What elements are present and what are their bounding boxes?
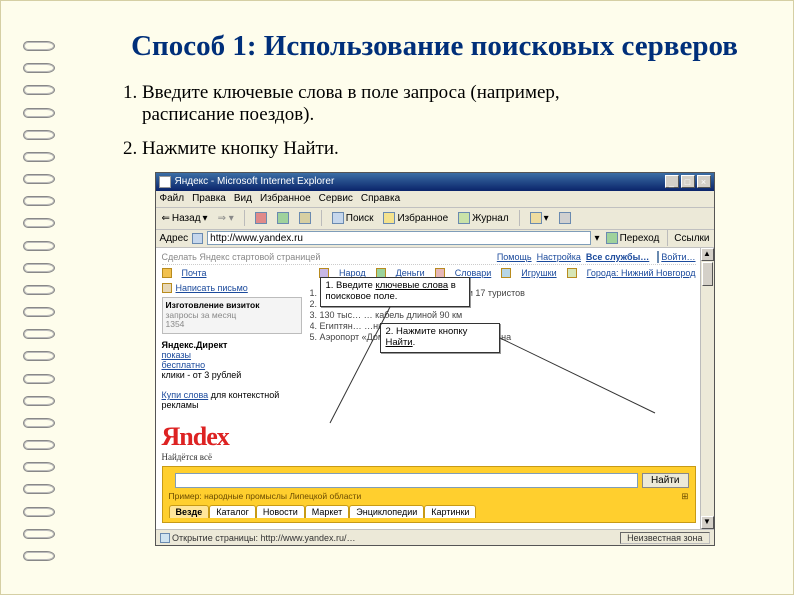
home-button[interactable] <box>297 211 313 225</box>
titlebar: Яндекс - Microsoft Internet Explorer _ □… <box>156 173 714 191</box>
search-input[interactable] <box>175 473 638 488</box>
menu-favorites[interactable]: Избранное <box>260 193 311 204</box>
logo-text: Яndex <box>162 422 302 452</box>
links-label[interactable]: Ссылки <box>674 233 709 244</box>
tab-market[interactable]: Маркет <box>305 505 349 518</box>
stop-button[interactable] <box>253 211 269 225</box>
history-button[interactable]: Журнал <box>456 211 511 225</box>
news-4: 4. Египтян… …ниться террористам <box>310 321 696 331</box>
tab-catalog[interactable]: Каталог <box>209 505 256 518</box>
favorites-button[interactable]: Избранное <box>381 211 450 225</box>
address-bar: Адрес ▾ Переход Ссылки <box>156 230 714 248</box>
all-services-link[interactable]: Все службы… <box>586 252 649 262</box>
address-label: Адрес <box>160 233 189 244</box>
search-button[interactable]: Найти <box>642 473 689 488</box>
mail-icon <box>162 268 172 278</box>
mail-button[interactable]: ▾ <box>528 211 551 225</box>
ad-block: Изготовление визиток запросы за месяц 13… <box>162 297 302 334</box>
status-text: Открытие страницы: http://www.yandex.ru/… <box>172 533 356 543</box>
forward-button[interactable]: ⇒ ▾ <box>216 212 236 225</box>
vertical-scrollbar[interactable]: ▲ ▼ <box>700 248 714 529</box>
toys-link[interactable]: Игрушки <box>521 268 556 278</box>
back-button[interactable]: ⇐ Назад ▾ <box>160 212 210 225</box>
window-title: Яндекс - Microsoft Internet Explorer <box>175 176 335 187</box>
browser-window: Яндекс - Microsoft Internet Explorer _ □… <box>155 172 715 546</box>
nav-toolbar: ⇐ Назад ▾ ⇒ ▾ Поиск Избранное Журнал ▾ <box>156 208 714 230</box>
menu-help[interactable]: Справка <box>361 193 400 204</box>
go-button[interactable]: Переход <box>604 231 662 245</box>
compose-link[interactable]: Написать письмо <box>176 283 248 293</box>
globe-icon <box>160 533 170 543</box>
compose-icon <box>162 283 172 293</box>
menu-edit[interactable]: Правка <box>192 193 226 204</box>
minimize-button[interactable]: _ <box>665 175 679 188</box>
address-input[interactable] <box>207 231 590 245</box>
scroll-up-icon[interactable]: ▲ <box>701 248 714 261</box>
tab-encyclopedia[interactable]: Энциклопедии <box>349 505 424 518</box>
scroll-down-icon[interactable]: ▼ <box>701 516 714 529</box>
menu-view[interactable]: Вид <box>234 193 252 204</box>
spiral-binding <box>23 41 59 561</box>
help-link[interactable]: Помощь <box>497 252 532 262</box>
menu-bar: Файл Правка Вид Избранное Сервис Справка <box>156 191 714 208</box>
status-bar: Открытие страницы: http://www.yandex.ru/… <box>156 529 714 545</box>
toys-icon <box>501 268 511 278</box>
direct-line-2[interactable]: бесплатно <box>162 360 206 370</box>
tab-everywhere[interactable]: Везде <box>169 505 210 518</box>
page-icon <box>192 233 203 244</box>
advanced-icon[interactable]: ⊞ <box>681 491 688 502</box>
menu-tools[interactable]: Сервис <box>319 193 353 204</box>
ad-sub2: 1354 <box>166 319 185 329</box>
print-button[interactable] <box>557 211 573 225</box>
login-link[interactable]: Войти… <box>661 252 695 262</box>
callout-1: 1. Введите ключевые слова в поисковое по… <box>320 277 470 307</box>
buy-words-link[interactable]: Купи слова <box>162 390 209 400</box>
tab-news[interactable]: Новости <box>256 505 305 518</box>
maximize-button[interactable]: □ <box>681 175 695 188</box>
ad-title: Изготовление визиток <box>166 300 260 310</box>
cities-link[interactable]: Города: Нижний Новгород <box>587 268 696 278</box>
direct-line-1[interactable]: показы <box>162 350 192 360</box>
search-tabs: Везде Каталог Новости Маркет Энциклопеди… <box>169 505 689 518</box>
security-zone: Неизвестная зона <box>620 532 709 544</box>
direct-line-3: клики - от 3 рублей <box>162 370 242 380</box>
cities-icon <box>567 268 577 278</box>
search-hint: Пример: народные промыслы Липецкой облас… <box>169 491 362 501</box>
ie-icon <box>159 176 171 188</box>
search-button[interactable]: Поиск <box>330 211 376 225</box>
yandex-logo: Яndex Найдётся всё <box>162 422 302 462</box>
login-icon <box>657 251 659 263</box>
close-button[interactable]: × <box>697 175 711 188</box>
address-dropdown-icon[interactable]: ▾ <box>595 233 600 244</box>
mail-link[interactable]: Почта <box>182 268 207 278</box>
direct-title: Яндекс.Директ <box>162 340 228 350</box>
news-3: 3. 130 тыс… … кабель длиной 90 км <box>310 310 696 320</box>
scroll-thumb[interactable] <box>702 262 713 286</box>
refresh-button[interactable] <box>275 211 291 225</box>
tab-images[interactable]: Картинки <box>424 505 476 518</box>
step-2: Нажмите кнопку Найти. <box>142 138 753 160</box>
logo-slogan: Найдётся всё <box>162 452 302 462</box>
make-startpage-link[interactable]: Сделать Яндекс стартовой страницей <box>162 252 321 262</box>
search-panel: Найти Пример: народные промыслы Липецкой… <box>162 466 696 523</box>
settings-link[interactable]: Настройка <box>537 252 581 262</box>
slide-title: Способ 1: Использование поисковых сервер… <box>116 29 753 64</box>
ad-sub1: запросы за месяц <box>166 310 237 320</box>
menu-file[interactable]: Файл <box>160 193 185 204</box>
news-5: 5. Аэропорт «Домодедово» закрыт из-за ту… <box>310 332 696 342</box>
callout-2: 2. Нажмите кнопку Найти. <box>380 323 500 353</box>
instruction-list: Введите ключевые слова в поле запроса (н… <box>142 82 753 160</box>
step-1: Введите ключевые слова в поле запроса (н… <box>142 82 753 126</box>
